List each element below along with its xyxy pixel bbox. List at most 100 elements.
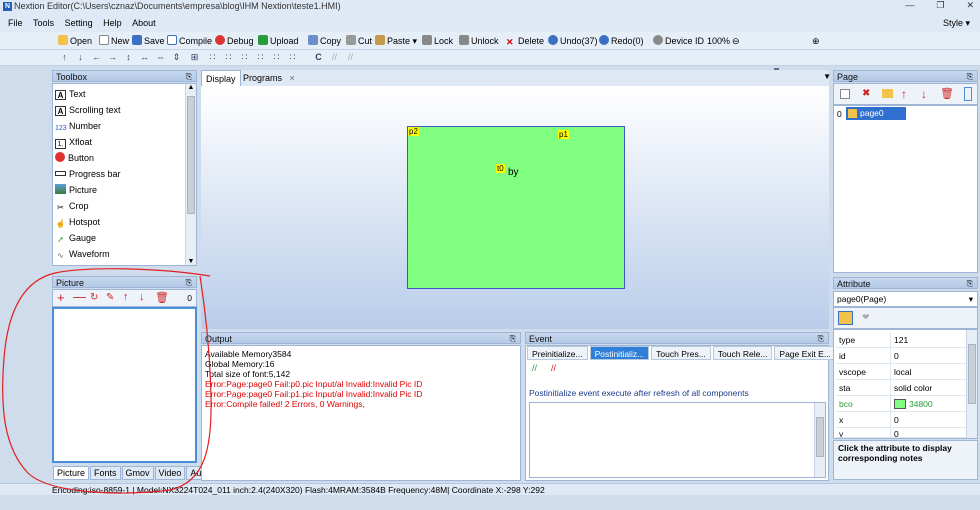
- toolbox-item-xfloat[interactable]: 1. Xfloat: [55, 135, 92, 149]
- tab-page-exit[interactable]: Page Exit E...: [774, 346, 836, 360]
- delete-page-icon[interactable]: ✖: [862, 88, 870, 99]
- component-p1[interactable]: p1: [558, 130, 569, 139]
- attribute-row-type[interactable]: type 121: [836, 332, 966, 348]
- scrollbar-thumb[interactable]: [187, 96, 195, 214]
- edit-picture-icon[interactable]: ✎: [106, 292, 114, 303]
- spacing-h-icon[interactable]: ∷: [208, 53, 217, 62]
- save-button[interactable]: Save: [132, 34, 165, 48]
- tab-picture[interactable]: Picture: [53, 466, 90, 480]
- toolbox-item-progress-bar[interactable]: Progress bar: [55, 167, 121, 181]
- page-move-up-icon[interactable]: ↑: [901, 87, 907, 101]
- same-size-icon[interactable]: ⊞: [190, 53, 199, 62]
- replace-picture-icon[interactable]: ↻: [90, 292, 98, 303]
- zoom-out-button[interactable]: ⊖: [732, 34, 740, 48]
- add-page-icon[interactable]: [840, 89, 850, 99]
- event-editor-scrollbar[interactable]: [814, 403, 825, 477]
- toolbox-item-scrolling-text[interactable]: A Scrolling text: [55, 103, 121, 117]
- toolbox-item-number[interactable]: 123 Number: [55, 119, 101, 133]
- align-top-icon[interactable]: ↑: [60, 53, 69, 62]
- menu-tools[interactable]: Tools: [33, 14, 54, 32]
- tab-preinitialize[interactable]: Preinitialize...: [527, 346, 588, 360]
- align-bottom-icon[interactable]: ↓: [76, 53, 85, 62]
- minimize-button[interactable]: —: [905, 0, 914, 11]
- center-horizontal-icon[interactable]: ↔: [140, 53, 149, 62]
- lock-button[interactable]: Lock: [422, 34, 453, 48]
- tab-postinitialize[interactable]: Postinitializ...: [589, 346, 650, 360]
- attribute-row-y[interactable]: y0: [836, 426, 966, 438]
- close-tab-icon[interactable]: ×: [290, 73, 295, 83]
- tab-touch-press[interactable]: Touch Pres...: [651, 346, 711, 360]
- tab-fonts[interactable]: Fonts: [90, 466, 121, 480]
- device-id-button[interactable]: Device ID: [653, 34, 704, 48]
- menu-file[interactable]: File: [8, 14, 23, 32]
- copy-button[interactable]: Copy: [308, 34, 341, 48]
- paste-button[interactable]: Paste ▾: [375, 34, 417, 48]
- open-button[interactable]: Open: [58, 34, 92, 48]
- scrollbar-thumb[interactable]: [816, 417, 824, 457]
- tab-touch-release[interactable]: Touch Rele...: [712, 346, 773, 360]
- attribute-row-id[interactable]: id 0: [836, 348, 966, 364]
- event-code-editor[interactable]: [529, 402, 826, 478]
- tab-list-dropdown-icon[interactable]: ▼: [823, 72, 831, 81]
- trash-icon[interactable]: 🗑: [155, 291, 169, 304]
- spacing-h-inc-icon[interactable]: ∷: [240, 53, 249, 62]
- page-item-page0[interactable]: page0: [846, 107, 906, 120]
- page-screen[interactable]: p2 p1 t0 by: [407, 126, 625, 289]
- spacing-h-dec-icon[interactable]: ∷: [256, 53, 265, 62]
- debug-button[interactable]: Debug: [215, 34, 254, 48]
- unlock-button[interactable]: Unlock: [459, 34, 499, 48]
- code-icon[interactable]: C: [314, 53, 323, 62]
- move-up-icon[interactable]: ↑: [123, 291, 129, 303]
- scrollbar-thumb[interactable]: [968, 344, 976, 404]
- attribute-row-vscope[interactable]: vscope local: [836, 364, 966, 380]
- align-right-icon[interactable]: →: [108, 53, 117, 62]
- maximize-button[interactable]: ❐: [936, 0, 944, 11]
- same-height-icon[interactable]: ⇕: [172, 53, 181, 62]
- redo-button[interactable]: Redo(0): [599, 34, 644, 48]
- tab-display[interactable]: Display: [201, 70, 241, 86]
- toolbox-item-button[interactable]: Button: [55, 151, 94, 165]
- toolbox-item-text[interactable]: A Text: [55, 87, 86, 101]
- tab-video[interactable]: Video: [154, 466, 186, 480]
- toolbox-item-crop[interactable]: ✂ Crop: [55, 199, 88, 213]
- page-scroll-icon[interactable]: [964, 87, 972, 101]
- page-trash-icon[interactable]: 🗑: [940, 87, 954, 100]
- comment-lines-icon[interactable]: //: [532, 363, 537, 373]
- new-button[interactable]: New: [99, 34, 129, 48]
- uncomment-lines-icon[interactable]: //: [551, 363, 556, 373]
- cut-button[interactable]: Cut: [346, 34, 372, 48]
- toolbox-item-hotspot[interactable]: ☝ Hotspot: [55, 215, 101, 229]
- attribute-sort-icon[interactable]: [838, 311, 853, 325]
- attribute-edit-icon[interactable]: ❤: [862, 312, 870, 323]
- attribute-row-sta[interactable]: sta solid color: [836, 380, 966, 396]
- spacing-v-icon[interactable]: ∷: [224, 53, 233, 62]
- toolbox-item-gauge[interactable]: ➚ Gauge: [55, 231, 96, 245]
- upload-button[interactable]: Upload: [258, 34, 299, 48]
- output-panel[interactable]: Available Memory3584 Global Memory:16 To…: [201, 345, 521, 481]
- component-t0[interactable]: t0: [496, 164, 505, 173]
- same-width-icon[interactable]: ⇔: [156, 53, 165, 62]
- add-picture-icon[interactable]: +: [57, 291, 65, 305]
- tab-gmov[interactable]: Gmov: [121, 466, 154, 480]
- comment-icon[interactable]: //: [330, 53, 339, 62]
- close-window-button[interactable]: ✕: [966, 0, 974, 11]
- uncomment-icon[interactable]: //: [346, 53, 355, 62]
- toolbox-scrollbar[interactable]: ▲ ▼: [185, 84, 196, 265]
- component-text-by[interactable]: by: [508, 167, 519, 178]
- menu-setting[interactable]: Setting: [65, 14, 93, 32]
- move-down-icon[interactable]: ↓: [139, 291, 145, 303]
- component-selector[interactable]: page0(Page) ▾: [833, 291, 978, 307]
- compile-button[interactable]: Compile: [167, 34, 212, 48]
- picture-list[interactable]: [52, 307, 197, 463]
- toolbox-item-picture[interactable]: Picture: [55, 183, 97, 197]
- menu-help[interactable]: Help: [103, 14, 122, 32]
- spacing-v-dec-icon[interactable]: ∷: [288, 53, 297, 62]
- attribute-scrollbar[interactable]: [966, 330, 977, 438]
- align-left-icon[interactable]: ←: [92, 53, 101, 62]
- zoom-in-button[interactable]: ⊕: [812, 34, 820, 48]
- component-p2[interactable]: p2: [408, 127, 419, 136]
- page-move-down-icon[interactable]: ↓: [921, 87, 927, 101]
- delete-button[interactable]: ✕ Delete: [506, 34, 544, 48]
- style-dropdown[interactable]: Style ▾: [935, 14, 970, 32]
- undo-button[interactable]: Undo(37): [548, 34, 598, 48]
